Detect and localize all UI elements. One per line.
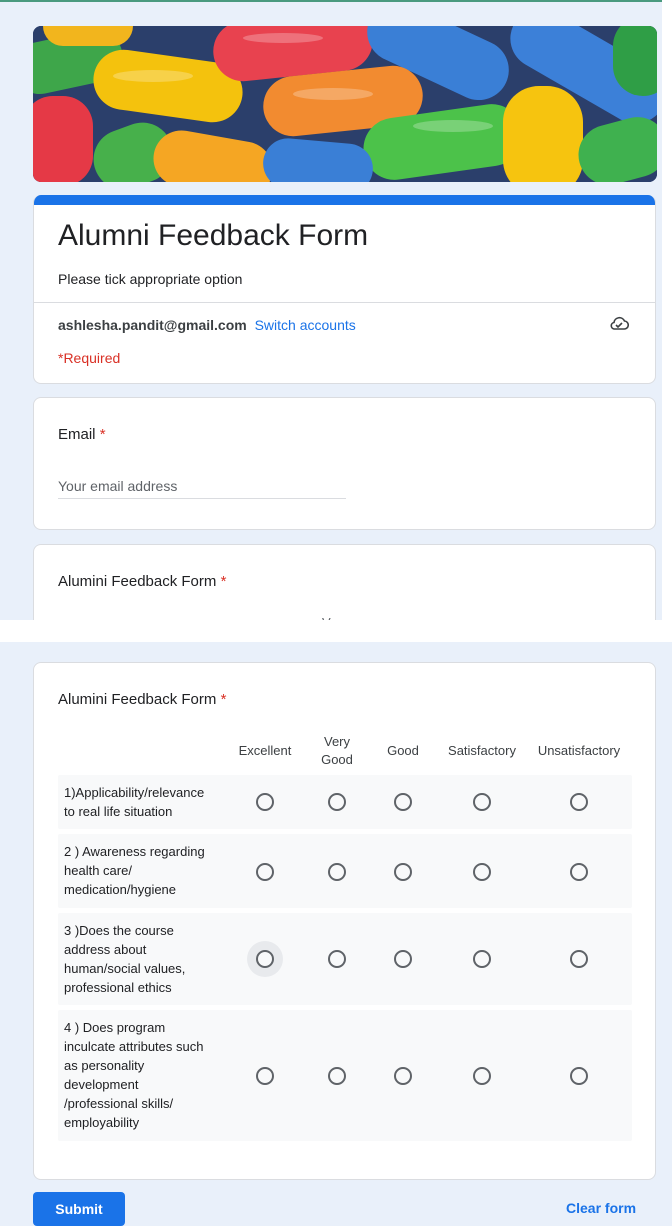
radio-excellent[interactable] xyxy=(256,793,274,811)
grid-row-1: 1)Applicability/relevance to real life s… xyxy=(58,775,632,829)
row-label-line: 2 ) Awareness regarding xyxy=(64,844,205,859)
email-question-card: Email * xyxy=(33,397,656,530)
radio-very-good[interactable] xyxy=(328,1067,346,1085)
radio-excellent[interactable] xyxy=(256,1067,274,1085)
divider xyxy=(34,302,655,303)
row-label-line: inculcate attributes such xyxy=(64,1039,204,1054)
radio-satisfactory[interactable] xyxy=(473,863,491,881)
row-label-line: medication/hygiene xyxy=(64,882,177,897)
grid-row-label: 3 )Does the course address about human/s… xyxy=(64,921,224,997)
radio-good[interactable] xyxy=(394,793,412,811)
form-description: Please tick appropriate option xyxy=(58,271,243,287)
grid-label-text: Alumini Feedback Form xyxy=(58,691,217,708)
header-banner-image xyxy=(33,26,657,182)
form-title: Alumni Feedback Form xyxy=(58,219,369,252)
cloud-saved-icon[interactable] xyxy=(609,316,630,337)
column-header-text: Satisfactory xyxy=(448,743,516,758)
screenshot-gap xyxy=(0,620,672,642)
account-email: ashlesha.pandit@gmail.com xyxy=(58,317,247,333)
radio-very-good[interactable] xyxy=(328,950,346,968)
radio-excellent[interactable] xyxy=(256,863,274,881)
grid-row-2: 2 ) Awareness regarding health care/ med… xyxy=(58,834,632,908)
row-label-line: address about xyxy=(64,942,147,957)
grid-row-4: 4 ) Does program inculcate attributes su… xyxy=(58,1010,632,1141)
row-label-line: to real life situation xyxy=(64,804,173,819)
column-header-text: Unsatisfactory xyxy=(537,743,621,758)
grid-question-card: Alumini Feedback Form * Excellent Very G… xyxy=(33,662,656,1180)
column-header-unsatisfactory: Unsatisfactory xyxy=(533,742,625,760)
required-asterisk: * xyxy=(220,573,227,590)
grid-row-label: 1)Applicability/relevance to real life s… xyxy=(64,783,224,821)
accent-bar xyxy=(34,195,655,205)
required-asterisk: * xyxy=(99,426,106,443)
radio-unsatisfactory[interactable] xyxy=(570,793,588,811)
radio-satisfactory[interactable] xyxy=(473,950,491,968)
required-asterisk: * xyxy=(220,691,227,708)
email-question-label: Email * xyxy=(58,426,106,443)
screenshot-right-margin xyxy=(662,0,672,620)
row-label-line: 1)Applicability/relevance xyxy=(64,785,205,800)
row-label-line: /professional skills/ xyxy=(64,1096,174,1111)
grid-label-text: Alumini Feedback Form xyxy=(58,573,217,590)
row-label-line: health care/ xyxy=(64,863,132,878)
radio-unsatisfactory[interactable] xyxy=(570,950,588,968)
email-label-text: Email xyxy=(58,426,96,443)
radio-satisfactory[interactable] xyxy=(473,793,491,811)
row-label-line: 3 )Does the course xyxy=(64,923,174,938)
grid-row-label: 2 ) Awareness regarding health care/ med… xyxy=(64,842,224,899)
radio-good[interactable] xyxy=(394,950,412,968)
row-label-line: 4 ) Does program xyxy=(64,1020,166,1035)
radio-excellent[interactable] xyxy=(256,950,274,968)
account-line: ashlesha.pandit@gmail.com Switch account… xyxy=(58,317,356,333)
grid-question-label: Alumini Feedback Form * xyxy=(58,691,226,708)
grid-row-3: 3 )Does the course address about human/s… xyxy=(58,913,632,1005)
form-header-card: Alumni Feedback Form Please tick appropr… xyxy=(33,195,656,384)
radio-satisfactory[interactable] xyxy=(473,1067,491,1085)
row-label-line: as personality xyxy=(64,1058,145,1073)
row-label-line: employability xyxy=(64,1115,140,1130)
radio-very-good[interactable] xyxy=(328,793,346,811)
row-label-line: professional ethics xyxy=(64,980,172,995)
radio-good[interactable] xyxy=(394,1067,412,1085)
required-note: *Required xyxy=(58,350,121,366)
switch-accounts-link[interactable]: Switch accounts xyxy=(255,317,356,333)
grid-row-label: 4 ) Does program inculcate attributes su… xyxy=(64,1018,224,1132)
grid-question-label-partial: Alumini Feedback Form * xyxy=(58,573,226,590)
submit-button[interactable]: Submit xyxy=(33,1192,125,1226)
row-label-line: development xyxy=(64,1077,139,1092)
radio-very-good[interactable] xyxy=(328,863,346,881)
radio-unsatisfactory[interactable] xyxy=(570,1067,588,1085)
radio-unsatisfactory[interactable] xyxy=(570,863,588,881)
email-input[interactable] xyxy=(58,474,346,499)
clear-form-button[interactable]: Clear form xyxy=(566,1200,636,1216)
column-header-satisfactory: Satisfactory xyxy=(436,742,528,760)
radio-good[interactable] xyxy=(394,863,412,881)
top-accent-line xyxy=(0,0,672,2)
row-label-line: human/social values, xyxy=(64,961,186,976)
